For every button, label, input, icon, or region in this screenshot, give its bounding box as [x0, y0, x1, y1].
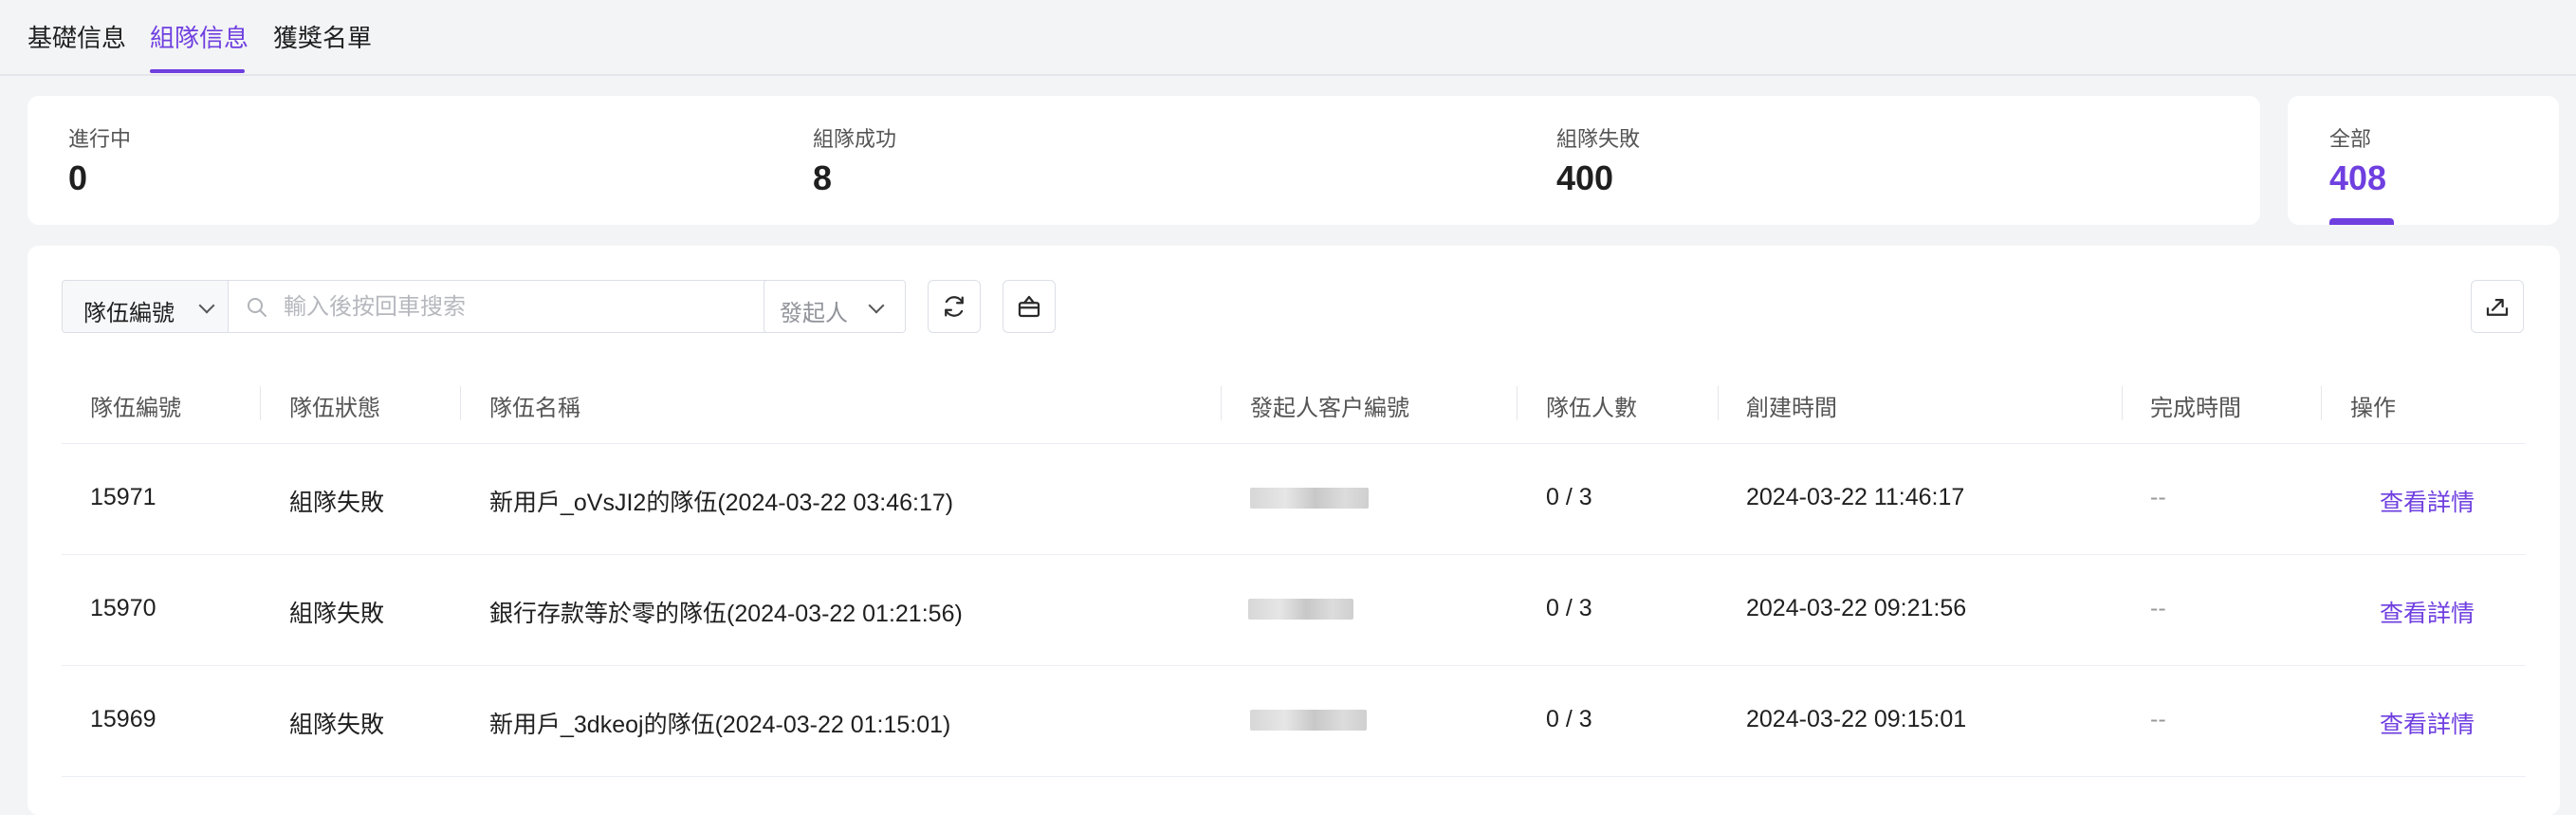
column-divider [260, 386, 261, 420]
cell-created-time: 2024-03-22 09:15:01 [1746, 706, 1967, 732]
cell-team-name: 銀行存款等於零的隊伍(2024-03-22 01:21:56) [489, 601, 963, 627]
cell-status: 組隊失敗 [289, 712, 385, 738]
cell-team-name: 新用戶_3dkeoj的隊伍(2024-03-22 01:15:01) [489, 712, 951, 738]
stat-in-progress[interactable]: 進行中 0 [68, 122, 131, 198]
refresh-icon [945, 296, 964, 317]
column-divider [1517, 386, 1518, 420]
column-divider [1221, 386, 1222, 420]
table-row: 15970 組隊失敗 銀行存款等於零的隊伍(2024-03-22 01:21:5… [62, 555, 2526, 666]
table-header: 隊伍編號 隊伍狀態 隊伍名稱 發起人客户編號 隊伍人數 創建時間 完成時間 操作 [62, 363, 2526, 444]
selected-indicator [2329, 218, 2394, 225]
column-header-status: 隊伍狀態 [289, 396, 380, 421]
column-header-created-time: 創建時間 [1746, 396, 1837, 421]
cell-status: 組隊失敗 [289, 601, 385, 627]
column-header-actions: 操作 [2350, 396, 2396, 421]
refresh-button[interactable] [928, 280, 981, 333]
search-field-select[interactable]: 隊伍編號 [62, 280, 229, 333]
stat-failed[interactable]: 組隊失敗 400 [1556, 122, 1640, 198]
clear-basket-icon [1018, 295, 1040, 318]
cell-member-count: 0 / 3 [1546, 595, 1592, 621]
initiator-select-label: 發起人 [780, 301, 848, 326]
table-row: 15971 組隊失敗 新用戶_oVsJI2的隊伍(2024-03-22 03:4… [62, 444, 2526, 555]
tab-award-list[interactable]: 獲獎名單 [273, 19, 372, 54]
chevron-down-icon [868, 297, 885, 314]
column-divider [2321, 386, 2322, 420]
stat-label: 組隊失敗 [1556, 127, 1641, 151]
redacted-initiator-id [1248, 599, 1353, 620]
column-divider [1718, 386, 1719, 420]
column-header-initiator-id: 發起人客户編號 [1250, 396, 1409, 421]
column-header-team-name: 隊伍名稱 [489, 396, 580, 421]
chevron-down-icon [198, 297, 215, 314]
clear-button[interactable] [1003, 280, 1056, 333]
team-table: 隊伍編號 隊伍狀態 隊伍名稱 發起人客户編號 隊伍人數 創建時間 完成時間 操作… [62, 363, 2526, 777]
stat-label: 進行中 [68, 127, 132, 151]
stat-success[interactable]: 組隊成功 8 [813, 122, 896, 198]
cell-member-count: 0 / 3 [1546, 706, 1592, 732]
team-stats-card: 進行中 0 組隊成功 8 組隊失敗 400 [28, 96, 2260, 225]
initiator-select[interactable]: 發起人 [764, 280, 906, 333]
stat-label: 全部 [2329, 127, 2372, 151]
redacted-initiator-id [1250, 710, 1367, 731]
cell-status: 組隊失敗 [289, 490, 385, 516]
cell-team-id: 15970 [90, 595, 156, 621]
redacted-initiator-id [1250, 488, 1369, 509]
view-details-link[interactable]: 查看詳情 [2380, 706, 2475, 740]
search-box [228, 280, 773, 333]
stat-value: 400 [1556, 158, 1614, 197]
column-header-member-count: 隊伍人數 [1546, 396, 1637, 421]
search-input[interactable] [282, 288, 760, 326]
tab-team-info[interactable]: 組隊信息 [150, 19, 248, 54]
column-header-completed-time: 完成時間 [2150, 396, 2241, 421]
column-divider [460, 386, 461, 420]
stat-total[interactable]: 全部 408 [2288, 96, 2559, 225]
stat-value: 408 [2329, 158, 2387, 197]
column-divider [2122, 386, 2123, 420]
cell-created-time: 2024-03-22 11:46:17 [1746, 484, 1965, 510]
cell-team-name: 新用戶_oVsJI2的隊伍(2024-03-22 03:46:17) [489, 490, 954, 516]
stat-value: 0 [68, 158, 88, 197]
cell-member-count: 0 / 3 [1546, 484, 1592, 510]
tab-basic-info[interactable]: 基礎信息 [28, 19, 126, 54]
table-row: 15969 組隊失敗 新用戶_3dkeoj的隊伍(2024-03-22 01:1… [62, 666, 2526, 777]
column-header-team-id: 隊伍編號 [90, 396, 181, 421]
export-button[interactable] [2471, 280, 2524, 333]
view-details-link[interactable]: 查看詳情 [2380, 595, 2475, 629]
cell-team-id: 15969 [90, 706, 156, 732]
tab-bar: 基礎信息 組隊信息 獲獎名單 [0, 0, 2576, 76]
cell-created-time: 2024-03-22 09:21:56 [1746, 595, 1967, 621]
stat-value: 8 [813, 158, 833, 197]
stat-label: 組隊成功 [813, 127, 897, 151]
cell-completed-time: -- [2150, 595, 2166, 621]
search-field-label: 隊伍編號 [83, 301, 175, 326]
active-tab-indicator [150, 69, 245, 73]
export-icon [2486, 299, 2509, 316]
team-list-panel: 隊伍編號 發起人 [28, 246, 2560, 815]
view-details-link[interactable]: 查看詳情 [2380, 484, 2475, 518]
cell-completed-time: -- [2150, 484, 2166, 510]
search-icon [248, 298, 267, 317]
cell-team-id: 15971 [90, 484, 156, 510]
cell-completed-time: -- [2150, 706, 2166, 732]
